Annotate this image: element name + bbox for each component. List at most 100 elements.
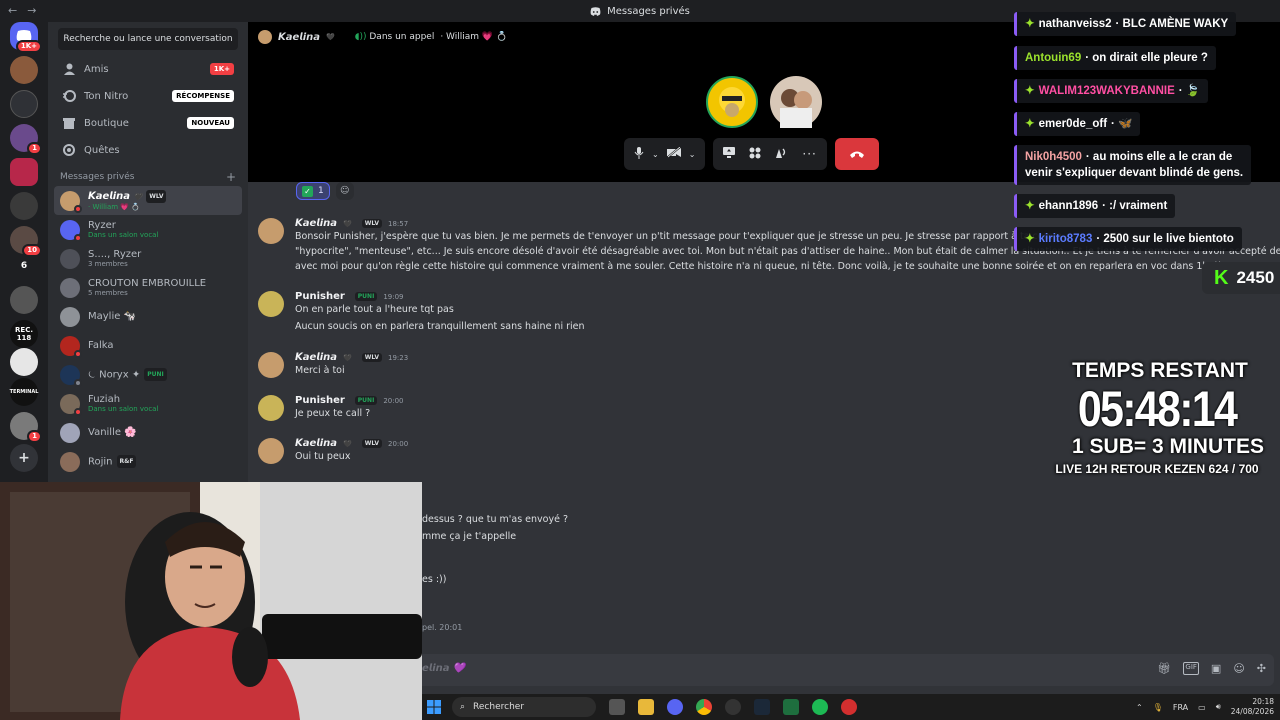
add-server-button[interactable]: + [10,444,38,472]
dm-item-group[interactable]: S...., Ryzer 3 membres [54,244,242,273]
gif-icon[interactable]: GIF [1183,662,1199,675]
server-icon[interactable]: 1 [10,124,42,155]
activities-icon[interactable] [749,147,761,162]
server-icon[interactable] [10,56,38,84]
server-badge: 1 [27,142,42,155]
dm-name: S...., Ryzer [88,248,142,260]
quests-icon [62,143,76,157]
conversation-search-button[interactable]: Recherche ou lance une conversation [58,28,238,50]
heart-icon: 🖤 [326,33,335,41]
obs-icon[interactable] [725,699,741,715]
chevron-down-icon[interactable]: ⌄ [689,150,696,159]
taskbar-search[interactable]: ⌕ Rechercher [452,697,596,717]
message-author[interactable]: 𝙆𝙖𝙚𝙡𝙞𝙣𝙖 [295,218,337,229]
message-line-partial: mme ça je t'appelle [422,531,517,542]
message-author[interactable]: Punisher [295,395,345,406]
nav-friends[interactable]: Amis 1K+ [54,56,242,82]
dm-item-falka[interactable]: Falka [54,331,242,360]
camera-off-icon[interactable] [666,146,681,161]
dm-item-rojin[interactable]: Rojin R&F [54,447,242,476]
dm-item-kaelina[interactable]: 𝙆𝙖𝙚𝙡𝙞𝙣𝙖 🖤 WLV · William 💗 💍 [54,186,242,215]
server-icon[interactable]: 6 [10,252,38,280]
apps-icon[interactable]: ✣ [1257,662,1266,675]
dm-name: Rojin R&F [88,455,137,468]
message-author[interactable]: 𝙆𝙖𝙚𝙡𝙞𝙣𝙖 [295,352,337,363]
dm-name: ⏾ Noryx ✦ PUNI [88,368,167,381]
nav-quests[interactable]: Quêtes [54,137,242,163]
more-options-icon[interactable]: ··· [802,147,816,161]
message-header: Punisher PUNI 20:00 [295,395,404,406]
volume-icon[interactable]: 🔊︎ [1216,702,1221,712]
sub-star-icon: ✦ [1025,18,1035,30]
message-time: 20:00 [383,396,404,405]
server-icon[interactable] [10,348,38,376]
server-icon[interactable]: 1 [10,412,42,443]
gift-icon[interactable]: 🎁︎ [1157,662,1171,675]
forward-icon[interactable]: → [27,4,36,17]
avatar[interactable] [258,291,284,317]
windows-start-icon[interactable] [426,699,442,715]
dm-subtitle: · William 💗 💍 [88,202,140,211]
add-dm-icon[interactable]: + [226,171,236,183]
file-explorer-icon[interactable] [638,699,654,715]
avatar[interactable] [258,352,284,378]
microphone-icon[interactable] [634,146,644,162]
home-button[interactable]: 1K+ [10,22,42,53]
language-indicator[interactable]: FRA [1173,703,1188,712]
dm-item-maylie[interactable]: Maylie 🐄 [54,302,242,331]
homer-avatar-icon [719,87,745,117]
back-icon[interactable]: ← [8,4,17,17]
server-icon[interactable]: REC. 118 [10,320,38,348]
avatar[interactable] [258,218,284,244]
soundboard-icon[interactable] [775,147,788,162]
add-reaction-icon[interactable]: ☺ [335,182,354,200]
server-icon[interactable] [10,286,38,314]
screen-share-icon[interactable] [723,147,736,161]
server-icon[interactable] [10,158,38,186]
message-author[interactable]: Punisher [295,291,345,302]
message-line: On en parle tout a l'heure tqt pas [295,304,454,315]
emoji-icon[interactable]: ☺ [1233,662,1244,675]
message-author[interactable]: 𝙆𝙖𝙚𝙡𝙞𝙣𝙖 [295,438,337,449]
avatar[interactable] [258,395,284,421]
message-line-partial: es :)) [422,574,447,585]
dm-name: Ryzer [88,219,116,231]
spotify-icon[interactable] [812,699,828,715]
hangup-icon [849,151,864,158]
dm-item-vanille[interactable]: Vanille 🌸 [54,418,242,447]
discord-taskbar-icon[interactable] [667,699,683,715]
server-icon[interactable] [10,192,38,220]
dm-item-fuziah[interactable]: Fuziah Dans un salon vocal [54,389,242,418]
reaction-check[interactable]: ✓ 1 [296,182,330,200]
dm-item-crouton[interactable]: CROUTON EMBROUILLE 5 membres [54,273,242,302]
participant-avatar[interactable] [770,76,822,128]
task-view-icon[interactable] [609,699,625,715]
dm-item-noryx[interactable]: ⏾ Noryx ✦ PUNI [54,360,242,389]
chevron-down-icon[interactable]: ⌄ [652,150,659,159]
shop-badge: NOUVEAU [187,117,234,129]
tray-chevron-icon[interactable]: ⌃ [1136,703,1143,712]
clock[interactable]: 20:18 24/08/2026 [1231,697,1274,717]
nav-shop-label: Boutique [84,117,129,129]
avatar[interactable] [258,438,284,464]
nav-nitro[interactable]: Ton Nitro RÉCOMPENSE [54,83,242,109]
guild-tag: PUNI [144,368,167,381]
tray-mic-icon[interactable]: 🎙︎ [1153,703,1163,712]
app-icon[interactable] [841,699,857,715]
call-header: 𝙆𝙖𝙚𝙡𝙞𝙣𝙖 🖤 ◖)) Dans un appel · William 💗 … [258,30,507,44]
chat-message: ✦ WALIM123WAKYBANNIE · 🍃 [1014,79,1209,103]
chrome-icon[interactable] [696,699,712,715]
chat-user: ehann1896 [1038,200,1099,212]
dm-item-ryzer[interactable]: Ryzer Dans un salon vocal [54,215,242,244]
excel-icon[interactable] [783,699,799,715]
participant-avatar[interactable] [706,76,758,128]
sticker-icon[interactable]: ▣ [1211,662,1221,675]
disconnect-button[interactable] [834,138,879,170]
guild-tag: PUNI [354,292,378,301]
server-icon[interactable] [10,90,38,118]
server-icon[interactable]: TERMINAL [10,378,38,406]
network-icon[interactable]: ▭ [1198,703,1206,712]
steam-icon[interactable] [754,699,770,715]
nav-shop[interactable]: Boutique NOUVEAU [54,110,242,136]
server-icon[interactable]: 10 [10,226,42,257]
